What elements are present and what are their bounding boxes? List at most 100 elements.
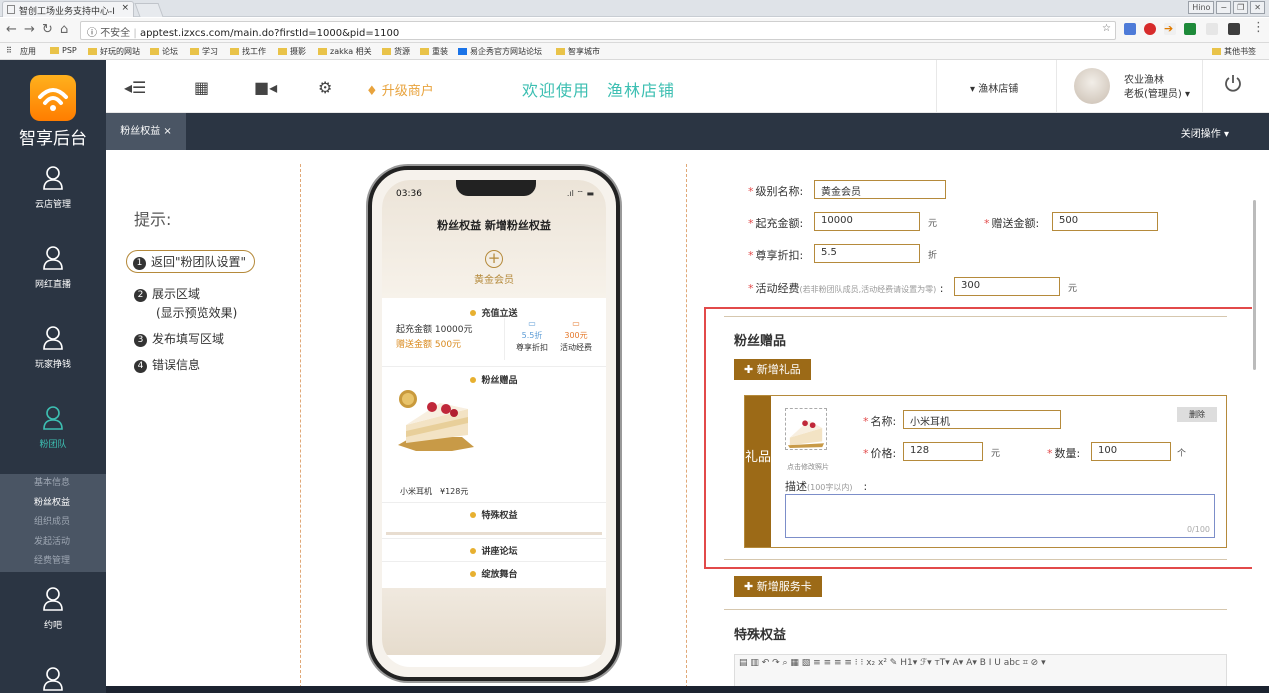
tab-fan-rights[interactable]: 粉丝权益 × — [106, 113, 186, 150]
discount-label: * 尊享折扣: — [748, 249, 804, 262]
close-operations[interactable]: 关闭操作 ▾ — [1181, 125, 1229, 140]
submenu-basic-info[interactable]: 基本信息 — [0, 474, 106, 494]
minimize-icon[interactable]: − — [1216, 1, 1232, 14]
toolbar-icons[interactable]: ▤ ▥ ↶ ↷ ⌕ ▦ ▧ ≡ ≡ ≡ ≡ ⁝ ⁝ x₂ x² ✎ H1▾ ℱ▾… — [739, 658, 1046, 668]
divider — [724, 559, 1227, 560]
divider — [300, 164, 301, 693]
submenu-members[interactable]: 组织成员 — [0, 513, 106, 533]
bookmarks-bar: ⠿ 应用 PSP 好玩的网站 论坛 学习 找工作 摄影 zakka 相关 货源 … — [0, 43, 1269, 60]
unit-yuan: 元 — [928, 219, 938, 229]
bookmark-item[interactable]: 学习 — [190, 46, 218, 57]
gift-name-input[interactable]: 小米耳机 — [903, 410, 1061, 429]
submenu-activity[interactable]: 发起活动 — [0, 533, 106, 553]
bookmark-item[interactable]: 智享城市 — [556, 46, 600, 57]
tip-item: 4 错误信息 — [134, 357, 200, 374]
sidebar-item-more[interactable] — [0, 654, 106, 693]
start-amount-input[interactable]: 10000 — [814, 212, 920, 231]
divider — [382, 561, 606, 562]
tip-item: 2 展示区域 — [134, 286, 200, 303]
back-icon[interactable]: ← — [6, 22, 17, 37]
close-icon[interactable]: ✕ — [1250, 1, 1265, 14]
reload-icon[interactable]: ↻ — [42, 22, 53, 37]
ext-green-icon[interactable] — [1184, 23, 1196, 35]
bookmark-item[interactable]: zakka 相关 — [318, 46, 372, 57]
bookmark-item[interactable]: PSP — [50, 46, 77, 55]
bookmark-item[interactable]: 易企秀官方网站论坛 — [458, 46, 542, 57]
fund-input[interactable]: 300 — [954, 277, 1060, 296]
power-icon[interactable] — [1224, 74, 1242, 92]
gift-price-input[interactable]: 128 — [903, 442, 983, 461]
sidebar-item-label: 玩家挣钱 — [34, 360, 71, 370]
sidebar-item-earn[interactable]: 玩家挣钱 — [0, 313, 106, 393]
discount-input[interactable]: 5.5 — [814, 244, 920, 263]
menu-icon[interactable]: ⋮ — [1252, 20, 1265, 35]
close-tab-icon[interactable]: × — [121, 3, 129, 13]
signal-battery-icon: .ıl ⌔ ▬ — [566, 189, 594, 198]
user-icon — [43, 246, 63, 270]
star-icon[interactable]: ☆ — [1102, 23, 1111, 34]
new-tab-button[interactable] — [134, 3, 164, 17]
avatar[interactable] — [1074, 68, 1110, 104]
collapse-menu-icon[interactable]: ◂☰ — [124, 78, 146, 97]
window-user[interactable]: Hino — [1188, 1, 1215, 14]
apps-icon[interactable]: ⠿ — [6, 46, 12, 55]
home-icon[interactable]: ⌂ — [60, 22, 68, 37]
add-gift-button[interactable]: ✚ 新增礼品 — [734, 359, 811, 380]
phone-level: 黄金会员 — [474, 275, 514, 286]
submenu-funds[interactable]: 经费管理 — [0, 552, 106, 572]
bookmark-item[interactable]: 应用 — [20, 46, 36, 57]
tip-item: 3 发布填写区域 — [134, 331, 224, 348]
add-service-card-button[interactable]: ✚ 新增服务卡 — [734, 576, 822, 597]
opera-icon[interactable] — [1144, 23, 1156, 35]
phone-time: 03:36 — [396, 189, 422, 199]
main-content: 提示: 1 返回"粉团队设置" 2 展示区域 (显示预览效果) 3 发布填写区域 4错… — [106, 150, 1269, 693]
tips-title: 提示: — [134, 210, 172, 229]
scrollbar[interactable] — [1253, 200, 1256, 370]
bonus-input[interactable]: 500 — [1052, 212, 1158, 231]
video-icon[interactable]: ■◂ — [254, 78, 277, 97]
sidebar-item-cloud-store[interactable]: 云店管理 — [0, 153, 106, 233]
tip-item-sub: (显示预览效果) — [156, 306, 238, 320]
ext-search-icon[interactable] — [1206, 23, 1218, 35]
url-input[interactable]: ⓘ 不安全 | apptest.izxcs.com/main.do?firstI… — [80, 21, 1116, 40]
gift-photo[interactable] — [785, 408, 827, 450]
arrow-ext-icon[interactable]: ➔ — [1164, 23, 1176, 35]
sidebar-item-date[interactable]: 约吧 — [0, 574, 106, 654]
store-select[interactable]: ▾ 渔林店铺 — [970, 80, 1018, 95]
submenu-fan-rights[interactable]: 粉丝权益 — [0, 494, 106, 514]
level-input[interactable]: 黄金会员 — [814, 180, 946, 199]
level-label: * 级别名称: — [748, 185, 804, 198]
bookmark-item[interactable]: 好玩的网站 — [88, 46, 140, 57]
sidebar-item-fan-team[interactable]: 粉团队 — [0, 393, 106, 473]
upgrade-button[interactable]: ♦ 升级商户 — [366, 80, 434, 99]
gift-qty-input[interactable]: 100 — [1091, 442, 1171, 461]
delete-button[interactable]: 删除 — [1177, 407, 1217, 422]
bookmark-item[interactable]: 摄影 — [278, 46, 306, 57]
phone-special-title: 特殊权益 — [382, 508, 606, 521]
bookmark-item[interactable]: 论坛 — [150, 46, 178, 57]
sidebar-item-live[interactable]: 网红直播 — [0, 233, 106, 313]
description-textarea[interactable]: 0/100 — [785, 494, 1215, 538]
bookmark-item[interactable]: 货源 — [382, 46, 410, 57]
phone-forum: 讲座论坛 — [382, 544, 606, 557]
restore-icon[interactable]: ❐ — [1233, 1, 1249, 14]
gift-side-label: 礼品 — [745, 396, 771, 547]
browser-tab[interactable]: 智创工场业务支持中心-I × — [2, 1, 134, 17]
bookmark-item[interactable]: 重装 — [420, 46, 448, 57]
extension-icon[interactable] — [1124, 23, 1136, 35]
ext-dark-icon[interactable] — [1228, 23, 1240, 35]
gear-icon[interactable]: ⚙ — [318, 78, 332, 97]
divider — [1056, 60, 1057, 113]
ticket-icon: ▭ — [528, 319, 536, 328]
forward-icon[interactable]: → — [24, 22, 35, 37]
gift-card: 礼品 点击修改照片 * 名称: 小米耳机 删除 * 价格: 128 元 * 数量: 1… — [744, 395, 1227, 548]
tip-back-link[interactable]: 1 返回"粉团队设置" — [126, 250, 256, 273]
grid-icon[interactable]: ▦ — [194, 78, 209, 97]
gift-section-title: 粉丝赠品 — [734, 334, 787, 349]
phone-slider — [386, 532, 602, 535]
other-bookmarks[interactable]: 其他书签 — [1212, 46, 1256, 57]
bookmark-item[interactable]: 找工作 — [230, 46, 266, 57]
sidebar-item-label: 云店管理 — [34, 200, 71, 210]
phone-screen: 03:36 .ıl ⌔ ▬ 粉丝权益 新增粉丝权益 + 黄金会员 充值立送 起充… — [382, 180, 606, 667]
user-info[interactable]: 农业渔林 老板(管理员) ▾ — [1124, 74, 1190, 102]
